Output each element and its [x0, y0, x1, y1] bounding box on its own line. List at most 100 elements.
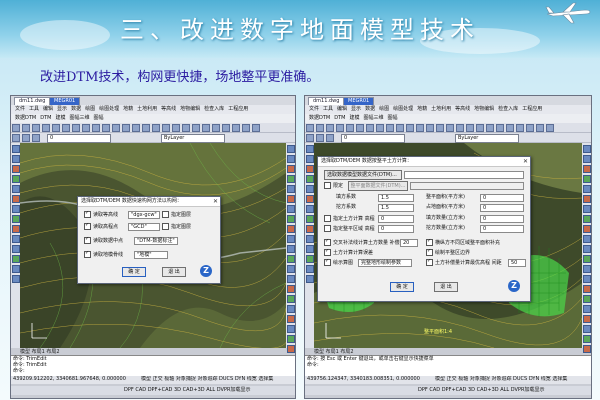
tool-icon[interactable]: [222, 124, 230, 132]
mode-button[interactable]: DPF: [418, 387, 428, 393]
checkbox[interactable]: [84, 250, 91, 258]
status-toggle[interactable]: 正交: [447, 376, 457, 382]
checkbox[interactable]: [84, 236, 91, 244]
tool-icon[interactable]: [506, 124, 514, 132]
status-toggle[interactable]: 选择集: [258, 376, 273, 382]
tool-icon[interactable]: [426, 124, 434, 132]
tool-icon[interactable]: [316, 124, 324, 132]
menu-item[interactable]: 地物编辑: [179, 105, 201, 114]
tool-icon[interactable]: [582, 165, 591, 173]
tool-icon[interactable]: [406, 124, 414, 132]
close-icon[interactable]: ✕: [523, 158, 528, 165]
mode-button[interactable]: DPF+CAD: [442, 387, 467, 393]
menu-item[interactable]: 绘图: [84, 105, 96, 114]
tool-icon[interactable]: [305, 265, 314, 273]
checkbox[interactable]: [324, 258, 331, 266]
tool-icon[interactable]: [11, 155, 20, 163]
layer-field[interactable]: "地模": [134, 251, 168, 259]
tool-icon[interactable]: [582, 185, 591, 193]
tool-icon[interactable]: [42, 124, 50, 132]
tool-icon[interactable]: [62, 124, 70, 132]
checkbox[interactable]: [324, 238, 331, 246]
mode-button[interactable]: 3D: [174, 387, 181, 393]
tool-icon[interactable]: [132, 124, 140, 132]
status-toggle[interactable]: 线宽: [541, 376, 551, 382]
mode-button[interactable]: CAD: [429, 387, 440, 393]
menu-item[interactable]: 绘图处理: [392, 105, 414, 114]
mode-button[interactable]: ALL: [500, 387, 509, 393]
status-toggle[interactable]: DYN: [529, 376, 539, 382]
menu-item[interactable]: 地籍: [122, 105, 134, 114]
submenu-item[interactable]: 数据DTM: [14, 114, 37, 123]
tool-icon[interactable]: [386, 124, 394, 132]
tool-icon[interactable]: [102, 124, 110, 132]
tool-icon[interactable]: [582, 295, 591, 303]
checkbox[interactable]: [324, 225, 331, 232]
tool-icon[interactable]: [582, 205, 591, 213]
layer-field[interactable]: "dgx-gcw": [128, 211, 160, 219]
menu-item[interactable]: 绘图处理: [98, 105, 120, 114]
cut-volume-field[interactable]: 0: [480, 225, 524, 233]
menu-item[interactable]: 文件: [308, 105, 320, 114]
status-toggle[interactable]: 对象捕捉: [176, 376, 196, 382]
tool-icon[interactable]: [286, 325, 295, 333]
tool-icon[interactable]: [582, 215, 591, 223]
ok-button[interactable]: 确 定: [390, 282, 414, 292]
tool-icon[interactable]: [286, 205, 295, 213]
status-toggle[interactable]: 线宽: [247, 376, 257, 382]
tool-icon[interactable]: [416, 124, 424, 132]
menu-item[interactable]: 编辑: [42, 105, 54, 114]
menu-item[interactable]: 数据: [70, 105, 82, 114]
compensation-field[interactable]: 20: [400, 239, 418, 247]
layer-dropdown[interactable]: 0: [341, 134, 405, 143]
tool-icon[interactable]: [32, 124, 40, 132]
tool-icon[interactable]: [305, 215, 314, 223]
tool-icon[interactable]: [496, 124, 504, 132]
calc-elevation-field[interactable]: 0: [378, 215, 414, 223]
checkbox[interactable]: [162, 223, 169, 230]
tool-icon[interactable]: [11, 185, 20, 193]
select-dtm-file-button[interactable]: 选取数据模型数据文件(DTM)...: [324, 170, 402, 180]
tool-icon[interactable]: [305, 205, 314, 213]
tool-icon[interactable]: [11, 235, 20, 243]
linetype-dropdown[interactable]: ByLayer: [455, 134, 519, 143]
tool-icon[interactable]: [582, 155, 591, 163]
tool-icon[interactable]: [11, 265, 20, 273]
tool-icon[interactable]: [582, 255, 591, 263]
command-prompt[interactable]: 命令:: [13, 368, 295, 374]
tool-icon[interactable]: [11, 205, 20, 213]
tool-icon[interactable]: [305, 245, 314, 253]
cut-coefficient-field[interactable]: 1.5: [378, 204, 414, 212]
tool-icon[interactable]: [22, 124, 30, 132]
tool-icon[interactable]: [22, 134, 30, 142]
tool-icon[interactable]: [436, 124, 444, 132]
menu-item[interactable]: 地籍: [416, 105, 428, 114]
mode-button[interactable]: CAD+3D: [183, 387, 205, 393]
tool-icon[interactable]: [582, 275, 591, 283]
checkbox[interactable]: [426, 238, 433, 246]
command-prompt[interactable]: 命令:: [307, 362, 591, 368]
tool-icon[interactable]: [286, 215, 295, 223]
tool-icon[interactable]: [286, 165, 295, 173]
checkbox[interactable]: [426, 258, 433, 266]
submenu-item[interactable]: 数据DTM: [308, 114, 331, 123]
tool-icon[interactable]: [306, 124, 314, 132]
tool-icon[interactable]: [12, 124, 20, 132]
status-toggle[interactable]: DYN: [235, 376, 245, 382]
menu-item[interactable]: 工具: [28, 105, 40, 114]
mode-button[interactable]: CAD: [135, 387, 146, 393]
tool-icon[interactable]: [286, 255, 295, 263]
tool-icon[interactable]: [346, 124, 354, 132]
terrain-params-select[interactable]: 完整地形绘制参数: [358, 259, 412, 267]
tool-icon[interactable]: [11, 165, 20, 173]
tool-icon[interactable]: [32, 134, 40, 142]
tool-icon[interactable]: [92, 124, 100, 132]
menu-item[interactable]: 等高线: [160, 105, 177, 114]
tool-icon[interactable]: [582, 315, 591, 323]
menu-item[interactable]: 绘图: [378, 105, 390, 114]
mode-button[interactable]: DVPR加载显示: [511, 387, 545, 393]
leveling-elevation-field[interactable]: 0: [378, 225, 414, 233]
submenu-item[interactable]: 图幅: [386, 114, 398, 123]
menu-item[interactable]: 工程应用: [227, 105, 249, 114]
tool-icon[interactable]: [11, 175, 20, 183]
